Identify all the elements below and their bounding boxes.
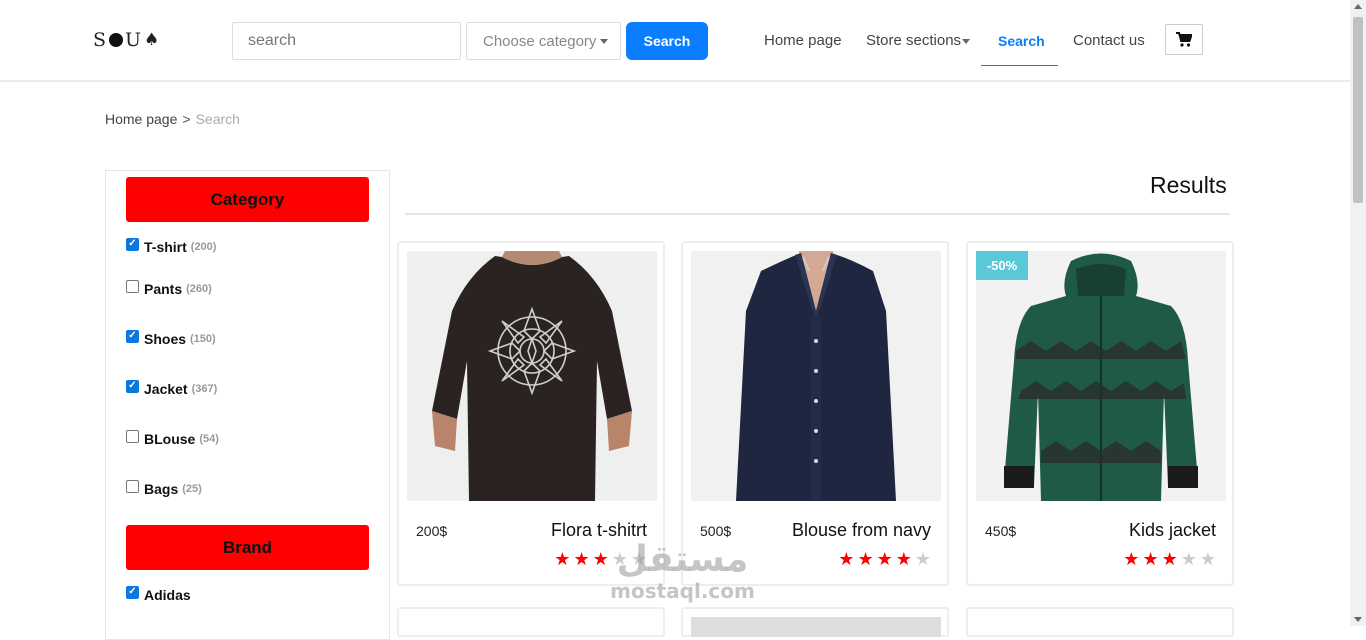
product-card[interactable] bbox=[966, 607, 1234, 637]
filter-label: Adidas bbox=[144, 587, 191, 603]
product-rating: ★ ★ ★ ★ ★ bbox=[1123, 550, 1216, 568]
chevron-down-icon bbox=[600, 38, 609, 44]
product-card[interactable] bbox=[397, 607, 665, 637]
checkbox[interactable] bbox=[126, 585, 139, 599]
page-scrollbar[interactable] bbox=[1350, 0, 1366, 626]
star-icon: ★ bbox=[857, 549, 874, 569]
logo-dot bbox=[109, 33, 124, 47]
product-image[interactable] bbox=[691, 251, 941, 501]
watermark-arabic: مستقل bbox=[616, 539, 749, 580]
filter-category-jacket[interactable]: Jacket (367) bbox=[126, 379, 218, 397]
watermark-latin: mostaql.com bbox=[610, 579, 755, 603]
star-icon: ★ bbox=[554, 549, 571, 569]
filter-label: Pants bbox=[144, 281, 183, 297]
star-icon: ★ bbox=[876, 549, 893, 569]
product-name[interactable]: Kids jacket bbox=[1129, 520, 1216, 541]
star-icon: ★ bbox=[1161, 549, 1178, 569]
star-icon: ★ bbox=[1142, 549, 1159, 569]
star-icon: ★ bbox=[914, 549, 931, 569]
product-card[interactable]: -50% 450$ Kids jacket ★ ★ ★ ★ ★ bbox=[966, 241, 1234, 586]
checkbox[interactable] bbox=[126, 379, 139, 393]
active-nav-underline bbox=[981, 65, 1058, 66]
checkbox[interactable] bbox=[126, 237, 139, 251]
filter-label: BLouse bbox=[144, 431, 196, 447]
jacket-image bbox=[976, 251, 1226, 501]
nav-home-link[interactable]: Home page bbox=[764, 32, 842, 49]
star-icon: ★ bbox=[1180, 549, 1197, 569]
checkbox[interactable] bbox=[126, 279, 139, 293]
product-card[interactable]: 200$ Flora t-shitrt ★ ★ ★ ★ ★ bbox=[397, 241, 665, 586]
category-dropdown-label: Choose category bbox=[483, 32, 597, 50]
filter-count: (25) bbox=[182, 483, 202, 495]
nav-contact-link[interactable]: Contact us bbox=[1073, 32, 1145, 49]
filter-count: (260) bbox=[186, 283, 212, 295]
brand-filter-header[interactable]: Brand bbox=[126, 525, 369, 570]
product-price: 200$ bbox=[416, 523, 448, 539]
nav-store-sections-label: Store sections bbox=[866, 32, 962, 49]
product-name[interactable]: Blouse from navy bbox=[792, 520, 931, 541]
product-image[interactable] bbox=[407, 251, 657, 501]
product-rating: ★ ★ ★ ★ ★ bbox=[838, 550, 931, 568]
product-card[interactable]: 500$ Blouse from navy ★ ★ ★ ★ ★ bbox=[681, 241, 949, 586]
breadcrumb-separator: > bbox=[182, 111, 191, 127]
product-price: 500$ bbox=[700, 523, 732, 539]
star-icon: ★ bbox=[895, 549, 912, 569]
filter-category-pants[interactable]: Pants (260) bbox=[126, 279, 212, 297]
product-image[interactable] bbox=[691, 617, 941, 637]
checkbox[interactable] bbox=[126, 479, 139, 493]
logo-letter-u: U bbox=[125, 29, 143, 51]
filter-label: T-shirt bbox=[144, 239, 187, 255]
breadcrumb: Home page > Search bbox=[105, 111, 240, 127]
filter-category-bags[interactable]: Bags (25) bbox=[126, 479, 202, 497]
product-price: 450$ bbox=[985, 523, 1017, 539]
results-divider bbox=[405, 213, 1230, 215]
top-navbar: SU♠ Choose category Search Home page Sto… bbox=[0, 0, 1350, 82]
filter-category-shoes[interactable]: Shoes (150) bbox=[126, 329, 216, 347]
star-icon: ★ bbox=[838, 549, 855, 569]
cart-icon bbox=[1176, 32, 1192, 47]
watermark: مستقل mostaql.com bbox=[600, 539, 765, 603]
filter-count: (367) bbox=[191, 383, 218, 395]
filter-category-tshirt[interactable]: T-shirt (200) bbox=[126, 237, 217, 255]
filter-label: Jacket bbox=[144, 381, 188, 397]
nav-store-sections[interactable]: Store sections bbox=[866, 32, 971, 49]
logo-spade-icon: ♠ bbox=[144, 30, 161, 50]
star-icon: ★ bbox=[1199, 549, 1216, 569]
filter-count: (54) bbox=[199, 433, 219, 445]
filter-count: (200) bbox=[190, 241, 217, 253]
search-button[interactable]: Search bbox=[626, 22, 708, 60]
scroll-down-arrow-icon[interactable] bbox=[1354, 617, 1362, 622]
logo-letter-s: S bbox=[93, 29, 108, 51]
product-image[interactable] bbox=[976, 251, 1226, 501]
scrollbar-thumb[interactable] bbox=[1353, 17, 1363, 203]
filter-category-blouse[interactable]: BLouse (54) bbox=[126, 429, 219, 447]
discount-badge: -50% bbox=[976, 251, 1028, 280]
star-icon: ★ bbox=[1123, 549, 1140, 569]
tshirt-image bbox=[407, 251, 657, 501]
nav-search-link[interactable]: Search bbox=[998, 33, 1045, 49]
scroll-up-arrow-icon[interactable] bbox=[1354, 4, 1362, 9]
breadcrumb-home-link[interactable]: Home page bbox=[105, 111, 177, 127]
results-title: Results bbox=[1150, 172, 1227, 198]
checkbox[interactable] bbox=[126, 429, 139, 443]
product-name[interactable]: Flora t-shitrt bbox=[551, 520, 647, 541]
product-card[interactable] bbox=[681, 607, 949, 637]
filter-sidebar: Category T-shirt (200) Pants (260) Shoes… bbox=[105, 170, 390, 640]
cart-button[interactable] bbox=[1165, 24, 1203, 55]
breadcrumb-current: Search bbox=[195, 111, 240, 127]
filter-count: (150) bbox=[190, 333, 216, 345]
site-logo[interactable]: S U ♠ bbox=[93, 29, 160, 51]
category-filter-header[interactable]: Category bbox=[126, 177, 369, 222]
blouse-image bbox=[691, 251, 941, 501]
chevron-down-icon bbox=[962, 38, 971, 44]
filter-label: Bags bbox=[144, 481, 179, 497]
star-icon: ★ bbox=[573, 549, 590, 569]
search-input[interactable] bbox=[232, 22, 461, 60]
filter-label: Shoes bbox=[144, 331, 187, 347]
checkbox[interactable] bbox=[126, 329, 139, 343]
filter-brand-adidas[interactable]: Adidas bbox=[126, 585, 191, 603]
category-dropdown[interactable]: Choose category bbox=[466, 22, 621, 60]
